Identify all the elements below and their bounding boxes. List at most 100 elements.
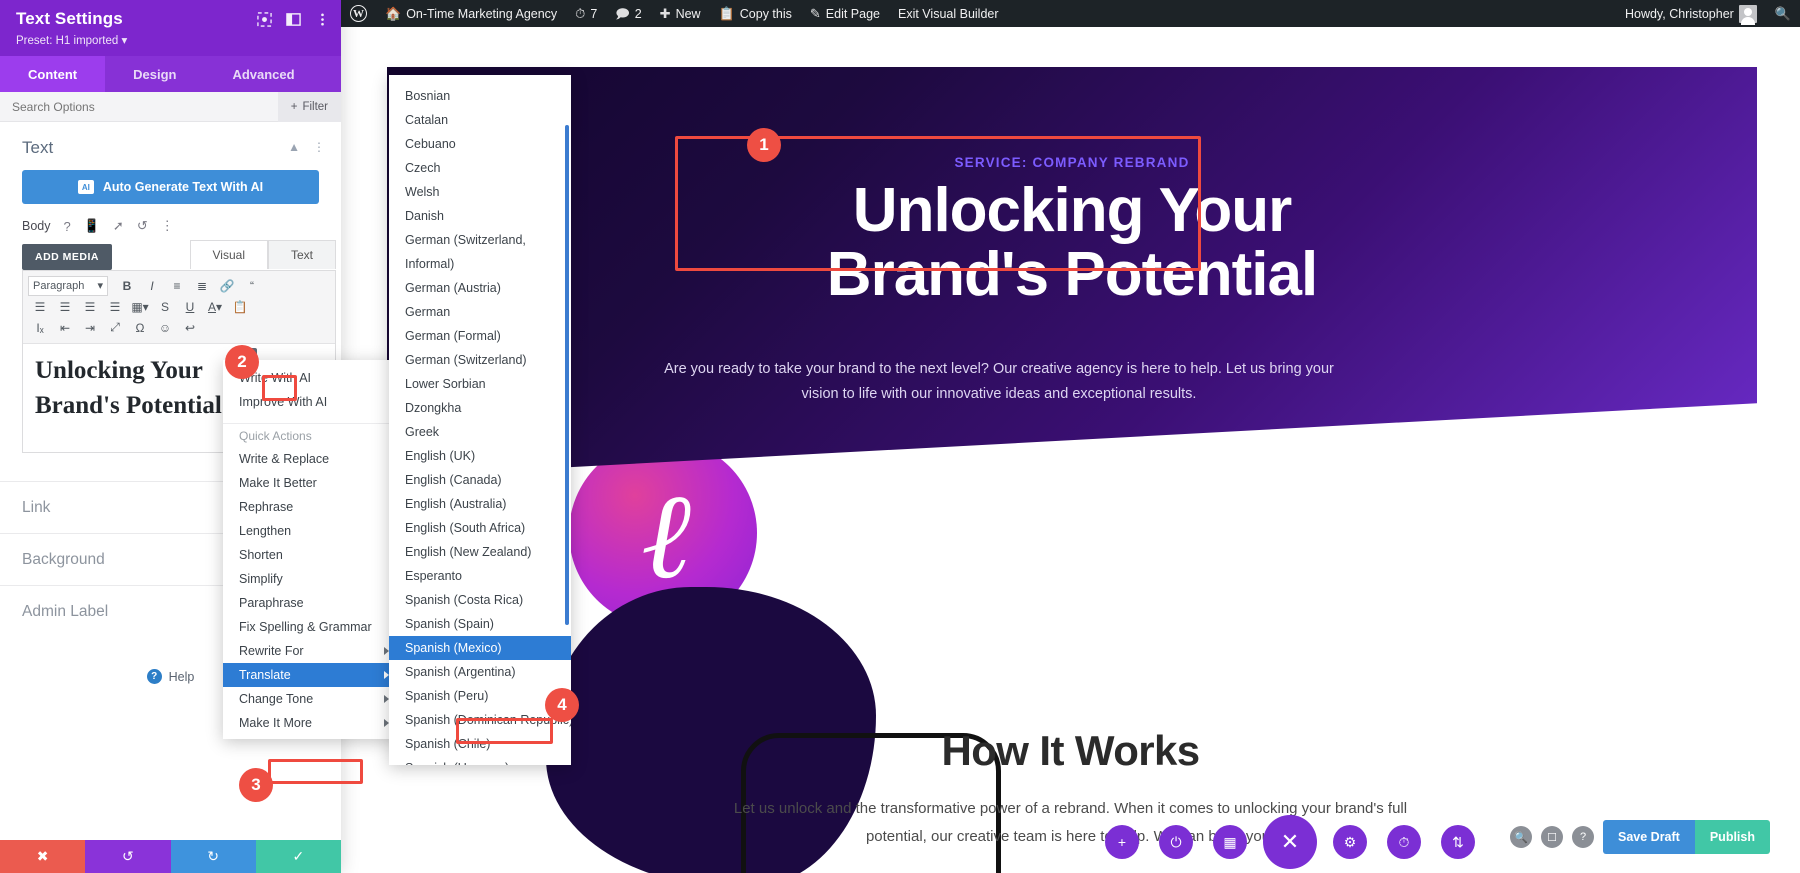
menu-item-write-and-replace[interactable]: Write & Replace bbox=[223, 447, 398, 471]
save-button[interactable]: ✓ bbox=[255, 840, 341, 873]
language-item[interactable]: Informal) bbox=[389, 252, 571, 276]
filter-button[interactable]: + Filter bbox=[277, 91, 341, 122]
language-item[interactable]: Greek bbox=[389, 420, 571, 444]
align-right-button[interactable]: ☰ bbox=[78, 296, 102, 317]
auto-generate-text-with-ai-button[interactable]: AI Auto Generate Text With AI bbox=[22, 170, 319, 204]
field-more-options-icon[interactable]: ⋮ bbox=[161, 218, 174, 234]
menu-item-simplify[interactable]: Simplify bbox=[223, 567, 398, 591]
responsive-view-button[interactable]: ☐ bbox=[1541, 826, 1563, 848]
menu-item-translate[interactable]: Translate bbox=[223, 663, 398, 687]
revisions-item[interactable]: ⏱ 7 bbox=[566, 0, 606, 27]
language-item[interactable]: Lower Sorbian bbox=[389, 372, 571, 396]
language-item[interactable]: Spanish (Spain) bbox=[389, 612, 571, 636]
align-justify-button[interactable]: ☰ bbox=[103, 296, 127, 317]
menu-item-fix-spelling-and-grammar[interactable]: Fix Spelling & Grammar bbox=[223, 615, 398, 639]
tab-content[interactable]: Content bbox=[0, 56, 106, 92]
hover-cursor-icon[interactable]: ➚ bbox=[113, 218, 124, 234]
edit-page-item[interactable]: ✎ Edit Page bbox=[801, 0, 889, 27]
undo-button[interactable]: ↺ bbox=[85, 840, 171, 873]
language-item[interactable]: Dzongkha bbox=[389, 396, 571, 420]
tab-text[interactable]: Text bbox=[267, 240, 336, 269]
menu-item-rewrite-for[interactable]: Rewrite For bbox=[223, 639, 398, 663]
add-section-button[interactable]: + bbox=[1105, 825, 1139, 859]
menu-item-lengthen[interactable]: Lengthen bbox=[223, 519, 398, 543]
language-item[interactable]: German bbox=[389, 300, 571, 324]
new-content-menu[interactable]: ✚ New bbox=[651, 0, 710, 27]
add-media-button[interactable]: ADD MEDIA bbox=[22, 244, 112, 270]
responsive-device-icon[interactable]: 📱 bbox=[84, 218, 100, 234]
language-item[interactable]: Bosnian bbox=[389, 84, 571, 108]
link-icon[interactable]: 🔗 bbox=[215, 275, 239, 296]
focus-target-icon[interactable] bbox=[257, 12, 272, 27]
menu-item-make-it-better[interactable]: Make It Better bbox=[223, 471, 398, 495]
paste-button[interactable]: 📋 bbox=[228, 296, 252, 317]
menu-item-make-it-more[interactable]: Make It More bbox=[223, 711, 398, 735]
portability-button[interactable]: ⇅ bbox=[1441, 825, 1475, 859]
howdy-menu[interactable]: Howdy, Christopher bbox=[1616, 0, 1766, 27]
strikethrough-button[interactable]: S bbox=[153, 296, 177, 317]
publish-button[interactable]: Publish bbox=[1694, 820, 1770, 854]
underline-button[interactable]: U bbox=[178, 296, 202, 317]
menu-item-paraphrase[interactable]: Paraphrase bbox=[223, 591, 398, 615]
help-button[interactable]: ? bbox=[1572, 826, 1594, 848]
menu-item-shorten[interactable]: Shorten bbox=[223, 543, 398, 567]
menu-item-rephrase[interactable]: Rephrase bbox=[223, 495, 398, 519]
close-button[interactable]: ✖ bbox=[0, 840, 86, 873]
indent-button[interactable]: ⇥ bbox=[78, 317, 102, 338]
language-item[interactable]: German (Switzerland) bbox=[389, 348, 571, 372]
panel-more-options-icon[interactable] bbox=[315, 12, 330, 27]
wireframe-view-button[interactable]: ▦ bbox=[1213, 825, 1247, 859]
language-item[interactable]: Czech bbox=[389, 156, 571, 180]
language-item[interactable]: English (South Africa) bbox=[389, 516, 571, 540]
language-item[interactable]: German (Austria) bbox=[389, 276, 571, 300]
fullscreen-button[interactable]: ⤢ bbox=[103, 317, 127, 338]
wp-logo-menu[interactable]: W bbox=[341, 0, 376, 27]
save-draft-button[interactable]: Save Draft bbox=[1603, 820, 1695, 854]
text-color-button[interactable]: A ▾ bbox=[203, 296, 227, 317]
panel-preset-label[interactable]: Preset: H1 imported ▾ bbox=[16, 33, 325, 47]
special-character-button[interactable]: Ω bbox=[128, 317, 152, 338]
bullet-list-button[interactable]: ≡ bbox=[165, 275, 189, 296]
clear-formatting-button[interactable]: Iₓ bbox=[28, 317, 52, 338]
language-item[interactable]: Cebuano bbox=[389, 132, 571, 156]
align-center-button[interactable]: ☰ bbox=[53, 296, 77, 317]
chevron-up-icon[interactable]: ▲ bbox=[288, 140, 300, 154]
language-item[interactable]: Spanish (Dominican Republic) bbox=[389, 708, 571, 732]
get-a-free-quote-button[interactable]: GET A FREE QUOTE bbox=[971, 449, 1173, 477]
language-item-spanish-mexico[interactable]: Spanish (Mexico) bbox=[389, 636, 571, 660]
tab-advanced[interactable]: Advanced bbox=[204, 56, 322, 92]
emoji-icon[interactable]: ☺ bbox=[153, 317, 177, 338]
language-item[interactable]: Spanish (Uruguay) bbox=[389, 756, 571, 765]
close-toolbar-button[interactable]: ✕ bbox=[1263, 815, 1317, 869]
exit-visual-builder-item[interactable]: Exit Visual Builder bbox=[889, 0, 1008, 27]
text-section-header[interactable]: Text ▲ ⋮ bbox=[0, 122, 341, 168]
adminbar-search-button[interactable]: 🔍 bbox=[1766, 0, 1800, 27]
scrollbar[interactable] bbox=[565, 125, 569, 625]
reset-undo-icon[interactable]: ↺ bbox=[137, 218, 148, 234]
site-name-menu[interactable]: 🏠 On-Time Marketing Agency bbox=[376, 0, 566, 27]
language-item[interactable]: Welsh bbox=[389, 180, 571, 204]
blockquote-button[interactable]: “ bbox=[240, 275, 264, 296]
copy-this-item[interactable]: 📋 Copy this bbox=[710, 0, 801, 27]
undo-button[interactable]: ↩ bbox=[178, 317, 202, 338]
language-item[interactable]: Esperanto bbox=[389, 564, 571, 588]
bold-button[interactable]: B bbox=[115, 275, 139, 296]
align-left-button[interactable]: ☰ bbox=[28, 296, 52, 317]
outdent-button[interactable]: ⇤ bbox=[53, 317, 77, 338]
editing-history-button[interactable]: ⏱ bbox=[1387, 825, 1421, 859]
language-item[interactable]: English (Australia) bbox=[389, 492, 571, 516]
language-item[interactable]: German (Switzerland, bbox=[389, 228, 571, 252]
language-item[interactable]: Catalan bbox=[389, 108, 571, 132]
language-item[interactable]: English (UK) bbox=[389, 444, 571, 468]
menu-item-improve-with-ai[interactable]: Improve With AI bbox=[223, 390, 398, 414]
language-item[interactable]: English (New Zealand) bbox=[389, 540, 571, 564]
help-question-icon[interactable]: ? bbox=[64, 219, 71, 234]
language-item[interactable]: German (Formal) bbox=[389, 324, 571, 348]
toggle-builder-button[interactable]: ⏻ bbox=[1159, 825, 1193, 859]
zoom-out-button[interactable]: 🔍 bbox=[1510, 826, 1532, 848]
italic-button[interactable]: I bbox=[140, 275, 164, 296]
tab-design[interactable]: Design bbox=[105, 56, 204, 92]
format-select[interactable]: Paragraph ▾ bbox=[28, 275, 108, 296]
panel-layout-icon[interactable] bbox=[286, 12, 301, 27]
language-item[interactable]: Spanish (Peru) bbox=[389, 684, 571, 708]
